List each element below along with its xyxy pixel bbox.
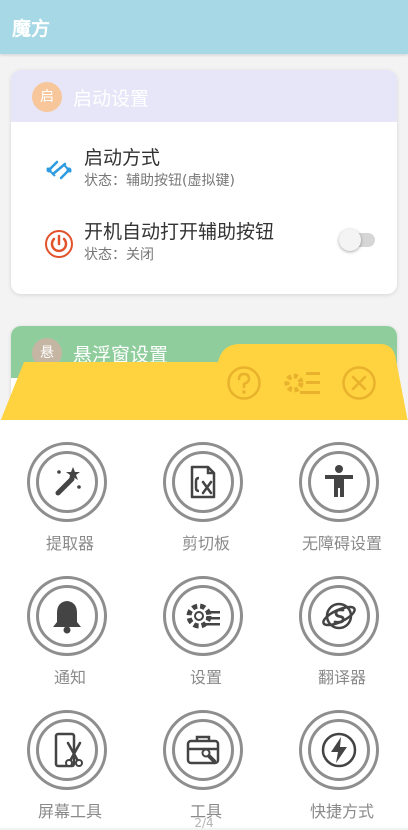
tools-circle [163, 710, 243, 790]
translator-circle [299, 576, 379, 656]
accessibility-circle [299, 442, 379, 522]
gear-icon [186, 603, 220, 629]
translate-icon [322, 602, 356, 630]
settings-label: 设置 [189, 668, 222, 687]
app-title: 魔方 [12, 18, 51, 40]
clipboard-icon [190, 465, 216, 499]
clipboard-label: 剪切板 [181, 534, 230, 553]
translator-item[interactable]: 翻译器 [274, 564, 408, 694]
startup-badge: 启 [32, 82, 62, 112]
notification-circle [27, 576, 107, 656]
accessibility-label: 无障碍设置 [301, 534, 382, 553]
app-bar: 魔方 [0, 0, 408, 54]
clipboard-item[interactable]: 剪切板 [138, 430, 274, 560]
shortcut-circle [299, 710, 379, 790]
extractor-item[interactable]: 提取器 [2, 430, 138, 560]
toolbox-icon [186, 735, 220, 765]
help-icon[interactable] [226, 365, 262, 401]
settings-circle [163, 576, 243, 656]
startup-card-header: 启 启动设置 [11, 70, 397, 122]
autostart-row[interactable]: 开机自动打开辅助按钮 状态：关闭 [11, 208, 397, 282]
startup-card-title: 启动设置 [73, 88, 150, 110]
clipboard-circle [163, 442, 243, 522]
lightning-icon [321, 732, 357, 768]
accessibility-icon [325, 465, 353, 497]
notification-item[interactable]: 通知 [2, 564, 138, 694]
bell-icon [53, 601, 81, 634]
notification-label: 通知 [53, 668, 86, 687]
link-nodes-icon [46, 160, 72, 180]
extractor-label: 提取器 [45, 534, 94, 553]
close-icon[interactable] [341, 365, 377, 401]
tools-item[interactable]: 工具 [138, 698, 274, 828]
extractor-circle [27, 442, 107, 522]
autostart-title: 开机自动打开辅助按钮 [84, 221, 275, 243]
settings-list-icon[interactable] [280, 366, 322, 400]
power-icon [45, 230, 73, 258]
startup-mode-row[interactable]: 启动方式 状态：辅助按钮(虚拟键) [11, 134, 397, 208]
screen-tools-circle [27, 710, 107, 790]
screen-tools-item[interactable]: 屏幕工具 [2, 698, 138, 828]
screen-tool-icon [54, 732, 83, 768]
magic-wand-icon [55, 467, 81, 496]
autostart-status: 状态：关闭 [84, 247, 154, 263]
accessibility-item[interactable]: 无障碍设置 [274, 430, 408, 560]
startup-settings-card: 启 启动设置 启动方式 状态：辅助按钮(虚拟键) 开机自动打开辅助按钮 状态：关… [11, 70, 397, 294]
settings-item[interactable]: 设置 [138, 564, 274, 694]
translator-label: 翻译器 [317, 668, 366, 687]
shortcut-item[interactable]: 快捷方式 [274, 698, 408, 828]
toggle-knob [339, 229, 361, 251]
startup-mode-status: 状态：辅助按钮(虚拟键) [84, 173, 235, 189]
autostart-toggle[interactable] [339, 229, 375, 251]
startup-mode-title: 启动方式 [84, 147, 161, 169]
